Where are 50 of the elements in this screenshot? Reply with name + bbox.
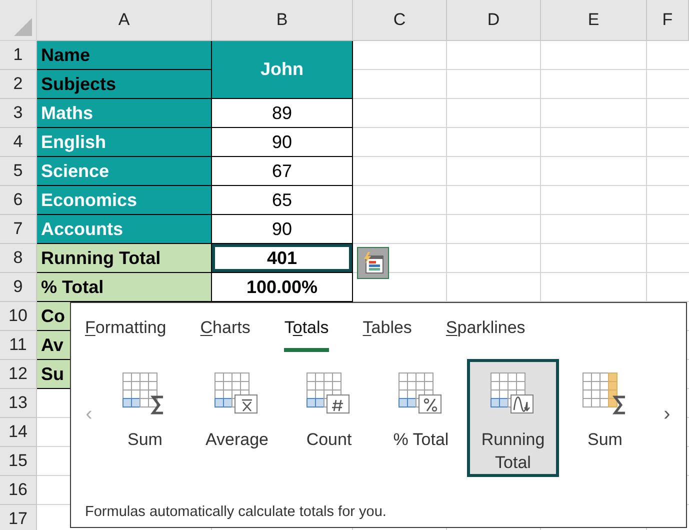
row-header[interactable]: 10 [0,302,37,331]
table-cell: 90 [212,128,353,157]
column-header[interactable]: D [447,0,541,41]
tab[interactable]: Sparklines [446,315,526,352]
column-header[interactable]: F [647,0,689,41]
column-header[interactable]: C [353,0,447,41]
table-cell: Name [37,41,212,70]
table-cell: Accounts [37,215,212,244]
table-cell: 401 [212,244,353,273]
totals-option[interactable]: % Total [375,359,467,477]
row-header[interactable]: 5 [0,157,37,186]
row-header[interactable]: 14 [0,418,37,447]
row-header[interactable]: 13 [0,389,37,418]
table-cell: 67 [212,157,353,186]
table-cell: Subjects [37,70,212,99]
column-header[interactable]: B [212,0,353,41]
table-cell: Running Total [37,244,212,273]
row-header[interactable]: 2 [0,70,37,99]
totals-option[interactable]: Running Total [467,359,559,477]
scroll-right-button[interactable]: › [657,402,677,426]
row-header[interactable]: 7 [0,215,37,244]
table-cell: Science [37,157,212,186]
row-header[interactable]: 15 [0,447,37,476]
row-header[interactable]: 12 [0,360,37,389]
totals-option[interactable]: Count [283,359,375,477]
row-header[interactable]: 9 [0,273,37,302]
table-cell: 65 [212,186,353,215]
row-header[interactable]: 17 [0,505,37,530]
table-cell: John [212,41,353,99]
table-cell: 89 [212,99,353,128]
row-header[interactable]: 16 [0,476,37,505]
table-cell: Economics [37,186,212,215]
quick-analysis-button[interactable] [357,247,389,279]
description-text: Formulas automatically calculate totals for you. [84,504,388,520]
table-cell: English [37,128,212,157]
table-cell: Maths [37,99,212,128]
row-header[interactable]: 6 [0,186,37,215]
tab[interactable]: Tables [362,315,412,352]
quick-analysis-icon [362,252,384,274]
table-cell: % Total [37,273,212,302]
row-header[interactable]: 11 [0,331,37,360]
row-header[interactable]: 4 [0,128,37,157]
column-header[interactable]: E [541,0,647,41]
totals-option[interactable]: Sum [559,359,651,477]
tab[interactable]: Totals [284,315,329,352]
row-header[interactable]: 1 [0,41,37,70]
row-header[interactable]: 3 [0,99,37,128]
column-header[interactable]: A [37,0,212,41]
row-header[interactable]: 8 [0,244,37,273]
table-cell: 90 [212,215,353,244]
